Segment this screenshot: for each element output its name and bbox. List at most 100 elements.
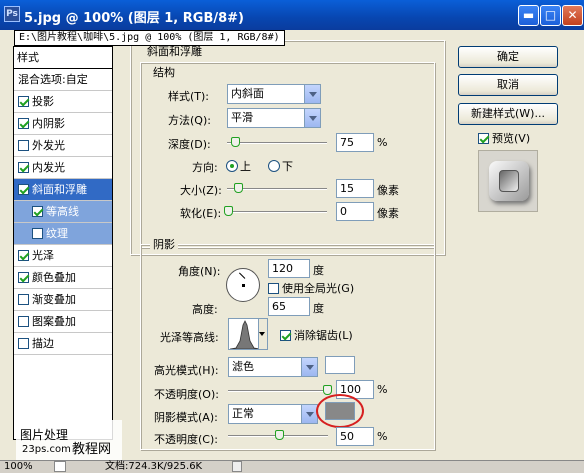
soften-unit: 像素: [377, 207, 399, 220]
size-slider-thumb[interactable]: [234, 183, 243, 193]
document-size: 文档:724.3K/925.6K: [105, 461, 203, 472]
checkbox-checked-icon[interactable]: [18, 96, 29, 107]
style-item[interactable]: 内阴影: [14, 113, 112, 135]
soften-slider-thumb[interactable]: [224, 206, 233, 216]
chevron-down-icon: [304, 109, 320, 127]
size-input[interactable]: 15: [336, 179, 374, 198]
shadow-opacity-input[interactable]: 50: [336, 427, 374, 446]
checkbox-checked-icon[interactable]: [18, 118, 29, 129]
style-item[interactable]: 图案叠加: [14, 311, 112, 333]
highlight-opacity-label: 不透明度(O):: [154, 388, 219, 401]
shadow-mode-select[interactable]: 正常: [228, 404, 318, 424]
checkbox-icon[interactable]: [18, 316, 29, 327]
style-item[interactable]: 外发光: [14, 135, 112, 157]
watermark-line3: 23ps.com: [22, 444, 71, 455]
style-item[interactable]: 光泽: [14, 245, 112, 267]
antialias-checkbox[interactable]: 消除锯齿(L): [280, 327, 353, 343]
annotation-circle: [316, 394, 364, 428]
settings-panel: 斜面和浮雕 结构 样式(T): 内斜面 方法(Q): 平滑 深度(D): 75 …: [120, 30, 450, 450]
depth-slider[interactable]: [227, 142, 327, 144]
direction-down-label: 下: [282, 160, 293, 173]
photoshop-icon: Ps: [4, 6, 20, 22]
status-icon[interactable]: [54, 461, 66, 472]
maximize-button[interactable]: □: [540, 5, 561, 26]
angle-degree: 度: [313, 264, 324, 277]
checkbox-icon: [268, 283, 279, 294]
depth-percent: %: [377, 136, 388, 149]
direction-label: 方向:: [192, 161, 218, 174]
gloss-contour-picker[interactable]: [228, 318, 268, 350]
global-light-checkbox[interactable]: 使用全局光(G): [268, 280, 354, 296]
style-preview: [478, 150, 538, 212]
contour-curve-icon: [230, 320, 260, 349]
style-item[interactable]: 斜面和浮雕: [14, 179, 112, 201]
depth-input[interactable]: 75: [336, 133, 374, 152]
shadow-mode-value: 正常: [232, 407, 254, 420]
chevron-down-icon: [304, 85, 320, 103]
new-style-button[interactable]: 新建样式(W)...: [458, 103, 558, 125]
checkbox-icon[interactable]: [18, 338, 29, 349]
ok-button[interactable]: 确定: [458, 46, 558, 68]
minimize-button[interactable]: ▬: [518, 5, 539, 26]
soften-slider[interactable]: [227, 211, 327, 213]
highlight-mode-select[interactable]: 滤色: [228, 357, 318, 377]
style-label: 样式(T):: [168, 90, 210, 103]
style-item[interactable]: 等高线: [14, 201, 112, 223]
styles-header[interactable]: 样式: [14, 47, 112, 69]
structure-title: 结构: [150, 64, 178, 80]
blend-options-item[interactable]: 混合选项:自定: [14, 69, 112, 91]
angle-input[interactable]: 120: [268, 259, 310, 278]
shadow-opacity-thumb[interactable]: [275, 430, 284, 440]
style-item-label: 渐变叠加: [32, 293, 76, 306]
style-item[interactable]: 渐变叠加: [14, 289, 112, 311]
style-item-label: 光泽: [32, 249, 54, 262]
angle-dial[interactable]: [226, 268, 260, 302]
styles-list: 样式 混合选项:自定 投影 内阴影 外发光内发光斜面和浮雕等高线纹理光泽颜色叠加渐变…: [13, 46, 113, 440]
altitude-input[interactable]: 65: [268, 297, 310, 316]
chevron-down-icon: [301, 405, 317, 423]
chevron-down-icon: [259, 332, 265, 336]
direction-up-radio[interactable]: 上: [226, 158, 251, 174]
close-button[interactable]: ✕: [562, 5, 583, 26]
shadow-mode-label: 阴影模式(A):: [154, 411, 218, 424]
soften-input[interactable]: 0: [336, 202, 374, 221]
checkbox-checked-icon[interactable]: [18, 184, 29, 195]
style-item-label: 内发光: [32, 161, 65, 174]
style-item-label: 纹理: [46, 227, 68, 240]
style-select[interactable]: 内斜面: [227, 84, 321, 104]
highlight-mode-value: 滤色: [232, 360, 254, 373]
angle-label: 角度(N):: [178, 265, 221, 278]
style-item[interactable]: 纹理: [14, 223, 112, 245]
technique-select[interactable]: 平滑: [227, 108, 321, 128]
highlight-opacity-thumb[interactable]: [323, 385, 332, 395]
zoom-level: 100%: [4, 461, 33, 472]
style-item[interactable]: 描边: [14, 333, 112, 355]
checkbox-checked-icon[interactable]: [32, 206, 43, 217]
checkbox-checked-icon[interactable]: [18, 250, 29, 261]
direction-down-radio[interactable]: 下: [268, 158, 293, 174]
checkbox-icon[interactable]: [18, 140, 29, 151]
shading-title: 阴影: [150, 236, 178, 252]
style-item[interactable]: 内发光: [14, 157, 112, 179]
style-item-label: 斜面和浮雕: [32, 183, 87, 196]
highlight-opacity-percent: %: [377, 383, 388, 396]
checkbox-checked-icon[interactable]: [18, 162, 29, 173]
depth-label: 深度(D):: [168, 138, 211, 151]
style-item-label: 等高线: [46, 205, 79, 218]
checkbox-checked-icon[interactable]: [18, 272, 29, 283]
radio-off-icon: [268, 160, 280, 172]
depth-slider-thumb[interactable]: [231, 137, 240, 147]
gloss-contour-label: 光泽等高线:: [160, 331, 219, 344]
style-item[interactable]: 颜色叠加: [14, 267, 112, 289]
checkbox-icon[interactable]: [18, 294, 29, 305]
preview-swatch: [489, 161, 529, 201]
cancel-button[interactable]: 取消: [458, 74, 558, 96]
status-menu-arrow[interactable]: [232, 461, 242, 472]
style-item[interactable]: 投影: [14, 91, 112, 113]
shadow-opacity-percent: %: [377, 430, 388, 443]
size-unit: 像素: [377, 184, 399, 197]
highlight-opacity-slider[interactable]: [228, 390, 328, 392]
checkbox-icon[interactable]: [32, 228, 43, 239]
preview-checkbox[interactable]: 预览(V): [478, 130, 530, 146]
highlight-color-swatch[interactable]: [325, 356, 355, 374]
